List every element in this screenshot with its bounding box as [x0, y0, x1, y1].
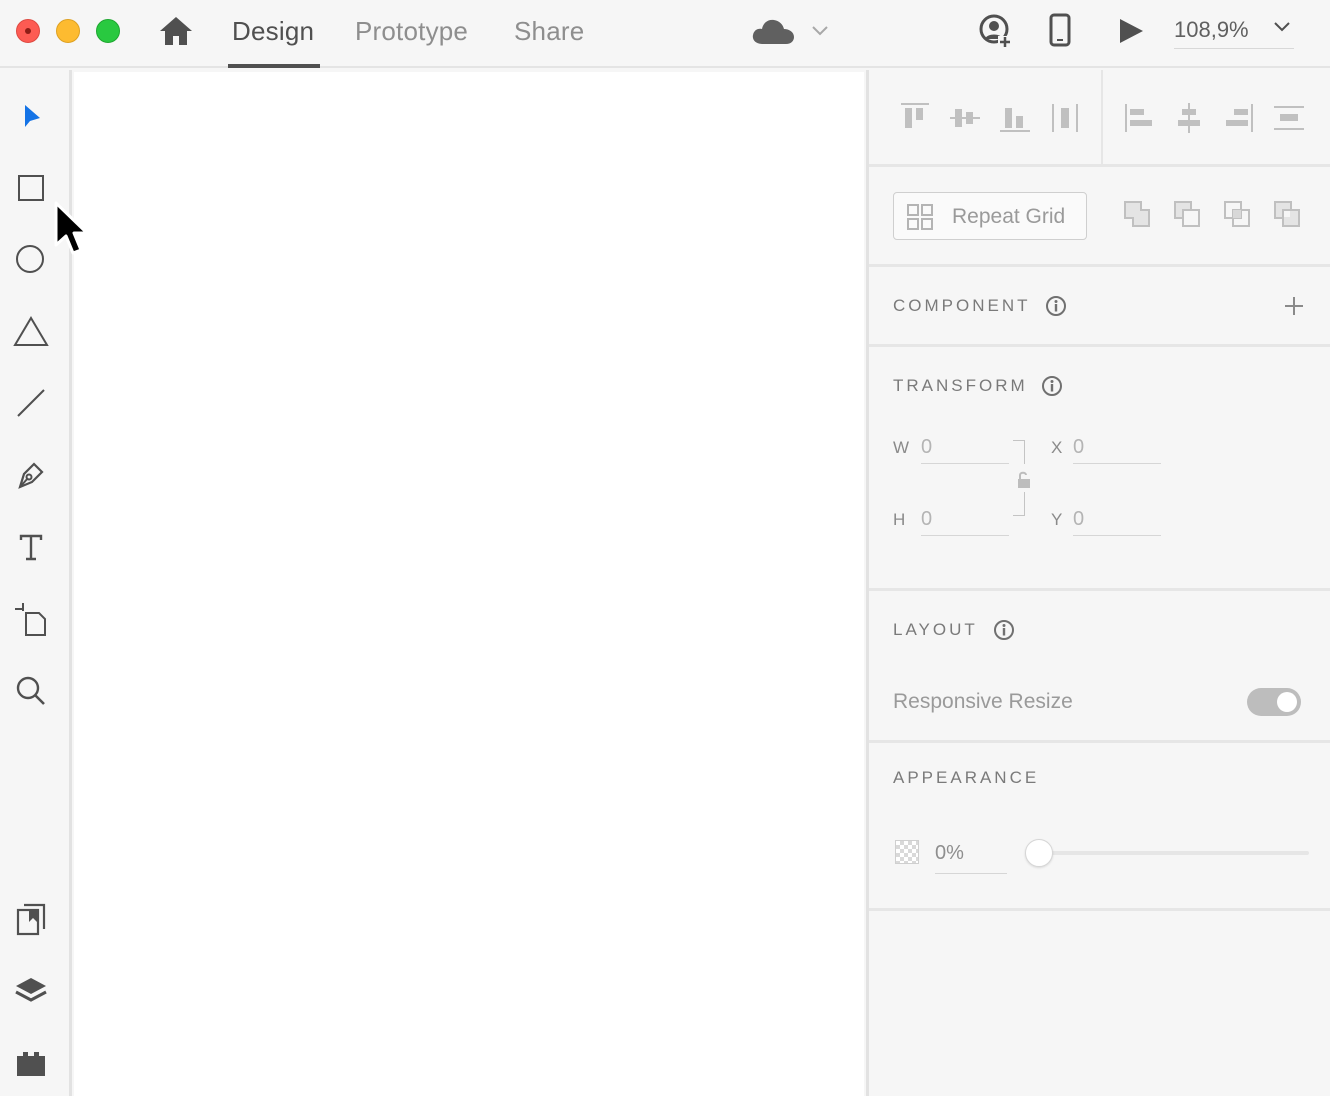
- opacity-slider-thumb[interactable]: [1025, 839, 1053, 867]
- polygon-icon: [13, 316, 49, 346]
- appearance-section-title: APPEARANCE: [893, 768, 1040, 787]
- artboard-icon: [15, 603, 46, 636]
- zoom-window-button[interactable]: [96, 19, 120, 43]
- assets-tool[interactable]: [10, 898, 52, 940]
- close-window-button[interactable]: [16, 19, 40, 43]
- repeat-grid-icon: [907, 204, 933, 230]
- boolean-exclude-icon[interactable]: [1271, 198, 1303, 230]
- info-icon[interactable]: [993, 619, 1015, 641]
- plugins-tool[interactable]: [10, 1042, 52, 1084]
- align-bottom-icon[interactable]: [997, 100, 1033, 136]
- aspect-lock-bracket-top: [1013, 440, 1025, 464]
- repeat-grid-label: Repeat Grid: [952, 205, 1066, 228]
- plugins-icon: [17, 1052, 45, 1076]
- mobile-preview-icon[interactable]: [1048, 12, 1072, 48]
- ellipse-tool[interactable]: [10, 238, 52, 280]
- cloud-icon[interactable]: [750, 16, 796, 46]
- component-section-title: COMPONENT: [893, 296, 1031, 315]
- width-input[interactable]: [921, 432, 1009, 464]
- align-left-icon[interactable]: [1121, 100, 1157, 136]
- artboard-tool[interactable]: [10, 598, 52, 640]
- section-divider: [869, 908, 1330, 911]
- play-icon[interactable]: [1116, 16, 1146, 46]
- section-divider: [869, 264, 1330, 267]
- align-divider: [1101, 70, 1103, 164]
- y-input[interactable]: [1073, 504, 1161, 536]
- section-divider: [869, 344, 1330, 347]
- layout-section-title: LAYOUT: [893, 620, 978, 639]
- ellipse-icon: [16, 245, 44, 273]
- line-icon: [17, 389, 45, 417]
- mouse-cursor-icon: [54, 201, 89, 255]
- distribute-vertical-icon[interactable]: [1271, 100, 1307, 136]
- width-label: W: [893, 438, 911, 457]
- active-tab-indicator: [228, 64, 320, 68]
- zoom-underline: [1174, 48, 1294, 49]
- pen-icon: [18, 462, 44, 489]
- chevron-down-icon[interactable]: [810, 24, 830, 38]
- select-tool[interactable]: [10, 94, 52, 136]
- height-label: H: [893, 510, 907, 529]
- align-center-icon[interactable]: [1171, 100, 1207, 136]
- opacity-checker-icon: [895, 840, 919, 864]
- transform-section-title: TRANSFORM: [893, 376, 1028, 395]
- minimize-window-button[interactable]: [56, 19, 80, 43]
- layers-tool[interactable]: [10, 970, 52, 1012]
- repeat-grid-button[interactable]: Repeat Grid: [893, 192, 1087, 240]
- zoom-tool[interactable]: [10, 670, 52, 712]
- invite-user-icon[interactable]: [976, 14, 1014, 50]
- boolean-add-icon[interactable]: [1121, 198, 1153, 230]
- add-component-icon[interactable]: [1283, 295, 1305, 317]
- x-input[interactable]: [1073, 432, 1161, 464]
- opacity-input[interactable]: [935, 834, 1007, 874]
- lock-aspect-icon[interactable]: [1016, 470, 1032, 490]
- zoom-icon: [16, 676, 45, 705]
- layers-icon: [15, 978, 47, 1002]
- boolean-subtract-icon[interactable]: [1171, 198, 1203, 230]
- pen-tool[interactable]: [10, 454, 52, 496]
- opacity-slider-track[interactable]: [1039, 851, 1309, 855]
- distribute-horizontal-icon[interactable]: [1047, 100, 1083, 136]
- zoom-level[interactable]: 108,9%: [1174, 16, 1249, 44]
- rectangle-icon: [18, 175, 44, 201]
- y-label: Y: [1051, 510, 1064, 529]
- title-bar: Design Prototype Share 108,9%: [0, 0, 1330, 68]
- assets-icon: [16, 903, 46, 936]
- design-canvas[interactable]: [74, 72, 864, 1096]
- zoom-chevron-down-icon[interactable]: [1272, 20, 1292, 34]
- property-inspector: Repeat Grid COMPONENT TRANSFORM W X: [866, 70, 1330, 1096]
- polygon-tool[interactable]: [10, 310, 52, 352]
- aspect-lock-bracket-bottom: [1013, 492, 1025, 516]
- height-input[interactable]: [921, 504, 1009, 536]
- align-middle-icon[interactable]: [947, 100, 983, 136]
- text-icon: [19, 534, 43, 561]
- section-divider: [869, 588, 1330, 591]
- tab-design[interactable]: Design: [232, 16, 314, 46]
- responsive-resize-label: Responsive Resize: [893, 690, 1073, 713]
- responsive-resize-toggle[interactable]: [1247, 688, 1301, 716]
- align-top-icon[interactable]: [897, 100, 933, 136]
- boolean-intersect-icon[interactable]: [1221, 198, 1253, 230]
- tab-prototype[interactable]: Prototype: [355, 16, 468, 46]
- x-label: X: [1051, 438, 1064, 457]
- line-tool[interactable]: [10, 382, 52, 424]
- rectangle-tool[interactable]: [10, 166, 52, 208]
- select-icon: [25, 105, 40, 127]
- info-icon[interactable]: [1045, 295, 1067, 317]
- section-divider: [869, 164, 1330, 167]
- info-icon[interactable]: [1041, 375, 1063, 397]
- tab-share[interactable]: Share: [514, 16, 584, 46]
- section-divider: [869, 740, 1330, 743]
- align-right-icon[interactable]: [1221, 100, 1257, 136]
- text-tool[interactable]: [10, 526, 52, 568]
- home-icon[interactable]: [158, 14, 194, 48]
